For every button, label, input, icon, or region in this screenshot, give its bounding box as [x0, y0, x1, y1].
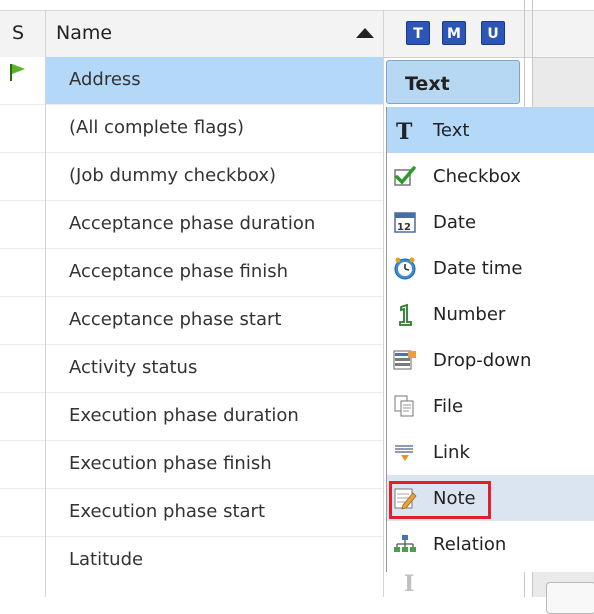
- table-row[interactable]: Activity status: [0, 345, 384, 393]
- link-icon: [395, 445, 413, 461]
- row-label: Acceptance phase duration: [69, 213, 316, 234]
- flag-cloth: [12, 64, 25, 74]
- row-label: Activity status: [69, 357, 198, 378]
- type-filter-t-button[interactable]: T: [406, 21, 430, 45]
- checkbox-icon: [394, 166, 416, 186]
- row-label: Execution phase start: [69, 501, 266, 522]
- status-cell: [0, 105, 45, 152]
- field-type-dropdown-button[interactable]: Text: [386, 60, 520, 104]
- svg-text:T: T: [396, 119, 413, 142]
- table-row[interactable]: Latitude: [0, 537, 384, 584]
- number-icon: [399, 303, 412, 326]
- status-cell: [0, 393, 45, 440]
- row-label: Execution phase duration: [69, 405, 299, 426]
- field-list-panel: S Name T M U Address (All complete flags…: [0, 0, 594, 614]
- table-row[interactable]: Acceptance phase start: [0, 297, 384, 345]
- menu-item-drop-down[interactable]: Drop-down: [387, 337, 594, 383]
- status-cell: [0, 249, 45, 296]
- menu-item-date-time[interactable]: Date time: [387, 245, 594, 291]
- status-cell: [0, 201, 45, 248]
- bottom-control[interactable]: [546, 582, 594, 614]
- menu-item-label: Text: [433, 120, 470, 141]
- status-cell: [0, 345, 45, 392]
- type-filter-u-button[interactable]: U: [481, 21, 505, 45]
- menu-item-relation[interactable]: Relation: [387, 521, 594, 567]
- status-cell: [0, 441, 45, 488]
- row-label: (Job dummy checkbox): [69, 165, 277, 186]
- column-divider: [383, 10, 384, 597]
- table-row[interactable]: (Job dummy checkbox): [0, 153, 384, 201]
- menu-item-file[interactable]: File: [387, 383, 594, 429]
- relation-icon: [394, 535, 416, 552]
- menu-item-number[interactable]: Number: [387, 291, 594, 337]
- table-row[interactable]: Acceptance phase duration: [0, 201, 384, 249]
- row-label: Execution phase finish: [69, 453, 272, 474]
- menu-item-label: Date: [433, 212, 477, 233]
- menu-item-checkbox[interactable]: Checkbox: [387, 153, 594, 199]
- status-column-header[interactable]: S: [12, 22, 24, 44]
- menu-item-date[interactable]: 12 Date: [387, 199, 594, 245]
- table-row[interactable]: Execution phase finish: [0, 441, 384, 489]
- menu-item-link[interactable]: Link: [387, 429, 594, 475]
- type-filter-m-button[interactable]: M: [442, 21, 466, 45]
- row-label: Acceptance phase finish: [69, 261, 289, 282]
- table-row[interactable]: Address: [0, 57, 384, 105]
- row-label: Acceptance phase start: [69, 309, 282, 330]
- menu-item-label: Drop-down: [433, 350, 532, 371]
- menu-item-text[interactable]: T Text: [387, 107, 594, 153]
- menu-item-label: File: [433, 396, 464, 417]
- text-icon: T: [396, 119, 413, 142]
- name-column-header[interactable]: Name: [56, 22, 112, 44]
- row-label: (All complete flags): [69, 117, 245, 138]
- table-row[interactable]: Acceptance phase finish: [0, 249, 384, 297]
- row-label: Address: [69, 69, 141, 90]
- note-highlight-box: [389, 481, 491, 519]
- status-cell: [0, 489, 45, 536]
- status-cell: [0, 537, 45, 584]
- table-header: S Name T M U: [0, 10, 594, 58]
- column-divider: [45, 10, 46, 597]
- table-row[interactable]: (All complete flags): [0, 105, 384, 153]
- table-row[interactable]: Execution phase start: [0, 489, 384, 537]
- menu-item-label: Checkbox: [433, 166, 521, 187]
- status-cell: [0, 57, 45, 104]
- clock-icon: [394, 257, 416, 280]
- calendar-icon: 12: [394, 212, 416, 233]
- text-type-icon: I: [404, 571, 415, 597]
- status-cell: [0, 153, 45, 200]
- row-label: Latitude: [69, 549, 144, 570]
- field-type-current: Text: [405, 73, 450, 95]
- svg-text:12: 12: [397, 222, 411, 233]
- menu-item-label: Relation: [433, 534, 507, 555]
- dropdown-icon: [393, 350, 416, 370]
- menu-item-label: Number: [433, 304, 506, 325]
- status-cell: [0, 297, 45, 344]
- table-row[interactable]: Execution phase duration: [0, 393, 384, 441]
- file-icon: [394, 395, 414, 417]
- menu-item-label: Link: [433, 442, 470, 463]
- menu-item-label: Date time: [433, 258, 523, 279]
- sort-ascending-icon[interactable]: [356, 28, 374, 38]
